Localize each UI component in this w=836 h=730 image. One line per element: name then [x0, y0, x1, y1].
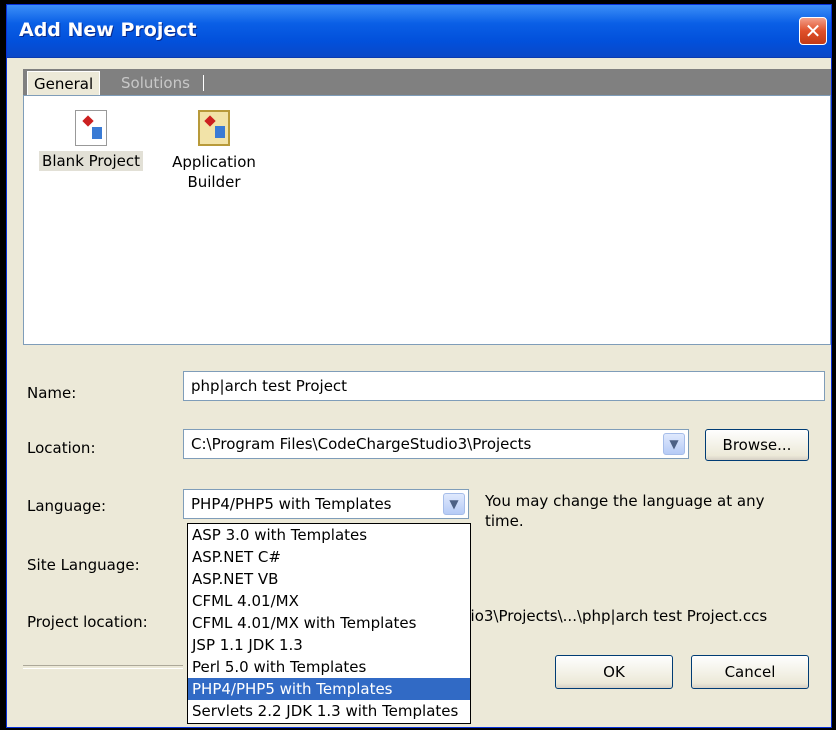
tab-strip: General Solutions — [23, 69, 831, 96]
location-value: C:\Program Files\CodeChargeStudio3\Proje… — [191, 435, 532, 453]
language-dropdown-list: ASP 3.0 with Templates ASP.NET C# ASP.NE… — [187, 523, 471, 724]
tab-separator — [203, 75, 204, 91]
language-option[interactable]: ASP 3.0 with Templates — [188, 524, 470, 546]
divider — [23, 665, 183, 669]
language-option[interactable]: ASP.NET C# — [188, 546, 470, 568]
language-label: Language: — [27, 497, 107, 515]
language-option[interactable]: JSP 1.1 JDK 1.3 — [188, 634, 470, 656]
chevron-down-icon[interactable]: ▼ — [663, 433, 685, 455]
project-location-label: Project location: — [27, 613, 148, 631]
language-option[interactable]: CFML 4.01/MX with Templates — [188, 612, 470, 634]
cancel-button[interactable]: Cancel — [691, 655, 809, 689]
tab-solutions[interactable]: Solutions — [115, 71, 196, 95]
language-option[interactable]: Servlets 2.2 JDK 1.3 with Templates — [188, 700, 470, 722]
application-builder-icon — [198, 110, 230, 146]
blank-project-icon — [75, 110, 107, 146]
language-option-selected[interactable]: PHP4/PHP5 with Templates — [188, 678, 470, 700]
name-label: Name: — [27, 384, 77, 402]
name-field[interactable]: php|arch test Project — [183, 371, 825, 401]
language-value: PHP4/PHP5 with Templates — [191, 495, 392, 513]
project-item-label: Blank Project — [39, 151, 143, 171]
language-note: You may change the language at any time. — [485, 492, 765, 530]
close-icon: ✕ — [804, 19, 822, 43]
project-type-list: Blank Project Application Builder — [23, 95, 831, 345]
language-option[interactable]: ASP.NET VB — [188, 568, 470, 590]
dialog-title: Add New Project — [19, 19, 197, 41]
project-item-label: Application — [172, 153, 256, 171]
project-location-value: dio3\Projects\...\php|arch test Project.… — [461, 607, 768, 625]
location-combobox[interactable]: C:\Program Files\CodeChargeStudio3\Proje… — [183, 429, 689, 459]
project-item-application-builder[interactable]: Application Builder — [154, 110, 274, 192]
language-option[interactable]: Perl 5.0 with Templates — [188, 656, 470, 678]
ok-button[interactable]: OK — [555, 655, 673, 689]
add-new-project-dialog: Add New Project ✕ General Solutions Blan… — [6, 4, 832, 728]
name-field-value: php|arch test Project — [191, 377, 348, 395]
location-label: Location: — [27, 439, 96, 457]
site-language-label: Site Language: — [27, 556, 140, 574]
language-option[interactable]: CFML 4.01/MX — [188, 590, 470, 612]
close-button[interactable]: ✕ — [799, 17, 827, 45]
language-combobox[interactable]: PHP4/PHP5 with Templates ▼ — [183, 489, 469, 519]
tab-general[interactable]: General — [27, 71, 101, 96]
project-item-label-line2: Builder — [187, 173, 241, 191]
chevron-down-icon[interactable]: ▼ — [443, 493, 465, 515]
title-bar[interactable]: Add New Project ✕ — [7, 5, 831, 58]
project-item-blank[interactable]: Blank Project — [32, 110, 150, 171]
browse-button[interactable]: Browse... — [705, 429, 809, 461]
